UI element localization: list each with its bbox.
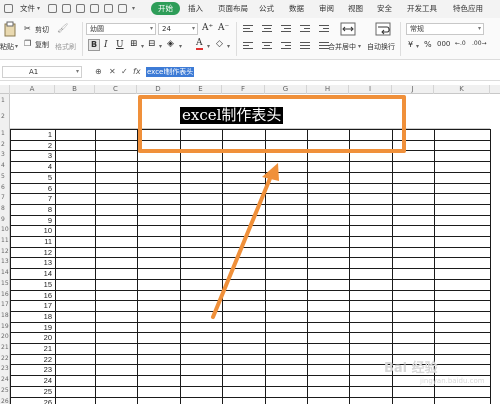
watermark-logo: Bai 经验 <box>384 361 438 376</box>
annotation-arrow <box>211 163 279 319</box>
arrow-shaft <box>211 174 273 319</box>
watermark-url: jingyan.baidu.com <box>420 377 485 385</box>
arrow-head <box>262 163 279 181</box>
